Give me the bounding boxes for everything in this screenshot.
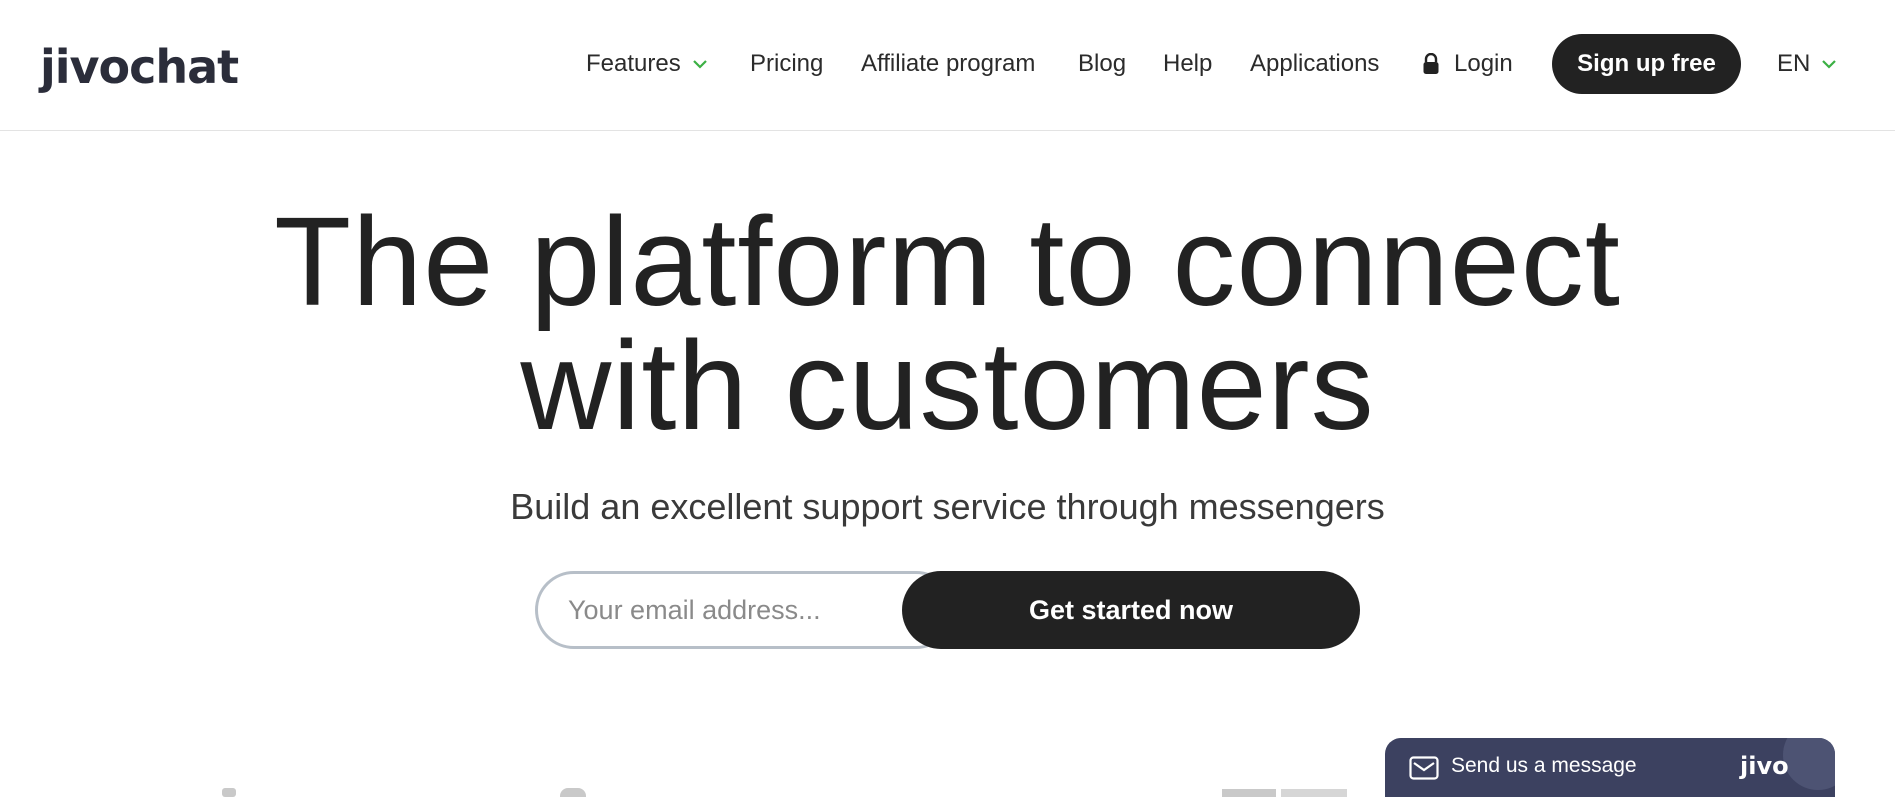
nav-help[interactable]: Help: [1163, 34, 1212, 94]
hero-title-line1: The platform to connect: [274, 191, 1621, 332]
language-label: EN: [1777, 50, 1811, 77]
chat-widget[interactable]: Send us a message jivo: [1385, 738, 1835, 797]
nav-applications-label: Applications: [1250, 50, 1380, 77]
language-selector[interactable]: EN: [1777, 34, 1837, 94]
chat-widget-label: Send us a message: [1451, 754, 1637, 777]
nav-pricing[interactable]: Pricing: [750, 34, 823, 94]
chevron-down-icon: [692, 59, 707, 69]
nav-pricing-label: Pricing: [750, 50, 824, 77]
nav-login-label: Login: [1454, 50, 1513, 77]
nav-affiliate-label: Affiliate program: [861, 50, 1036, 77]
hero-subtitle: Build an excellent support service throu…: [510, 486, 1385, 527]
nav-blog[interactable]: Blog: [1078, 34, 1126, 94]
hero-title-line2: with customers: [520, 315, 1375, 456]
chevron-down-icon: [1822, 59, 1837, 69]
envelope-icon: [1409, 756, 1439, 785]
nav-affiliate[interactable]: Affiliate program: [861, 34, 1035, 94]
partner-logo: [1281, 789, 1347, 797]
site-header: jivochat Features Pricing Affiliate prog…: [0, 0, 1895, 131]
signup-form: Get started now: [535, 571, 1360, 649]
nav-features-label: Features: [586, 50, 681, 77]
partner-logo: [1222, 789, 1276, 797]
page: jivochat Features Pricing Affiliate prog…: [0, 0, 1895, 797]
nav-help-label: Help: [1163, 50, 1213, 77]
partner-logo: [560, 788, 586, 797]
nav-applications[interactable]: Applications: [1250, 34, 1379, 94]
nav-login[interactable]: Login: [1422, 34, 1513, 94]
jivo-logo: jivo: [1740, 752, 1789, 780]
email-input[interactable]: [535, 571, 955, 649]
nav-features[interactable]: Features: [586, 34, 707, 94]
partner-logo: [222, 788, 236, 797]
lock-icon: [1422, 53, 1440, 75]
sign-up-button[interactable]: Sign up free: [1552, 34, 1741, 94]
widget-decoration: [1783, 738, 1835, 790]
hero-title: The platform to connect with customers: [0, 199, 1895, 449]
get-started-button[interactable]: Get started now: [902, 571, 1360, 649]
nav-blog-label: Blog: [1078, 50, 1127, 77]
